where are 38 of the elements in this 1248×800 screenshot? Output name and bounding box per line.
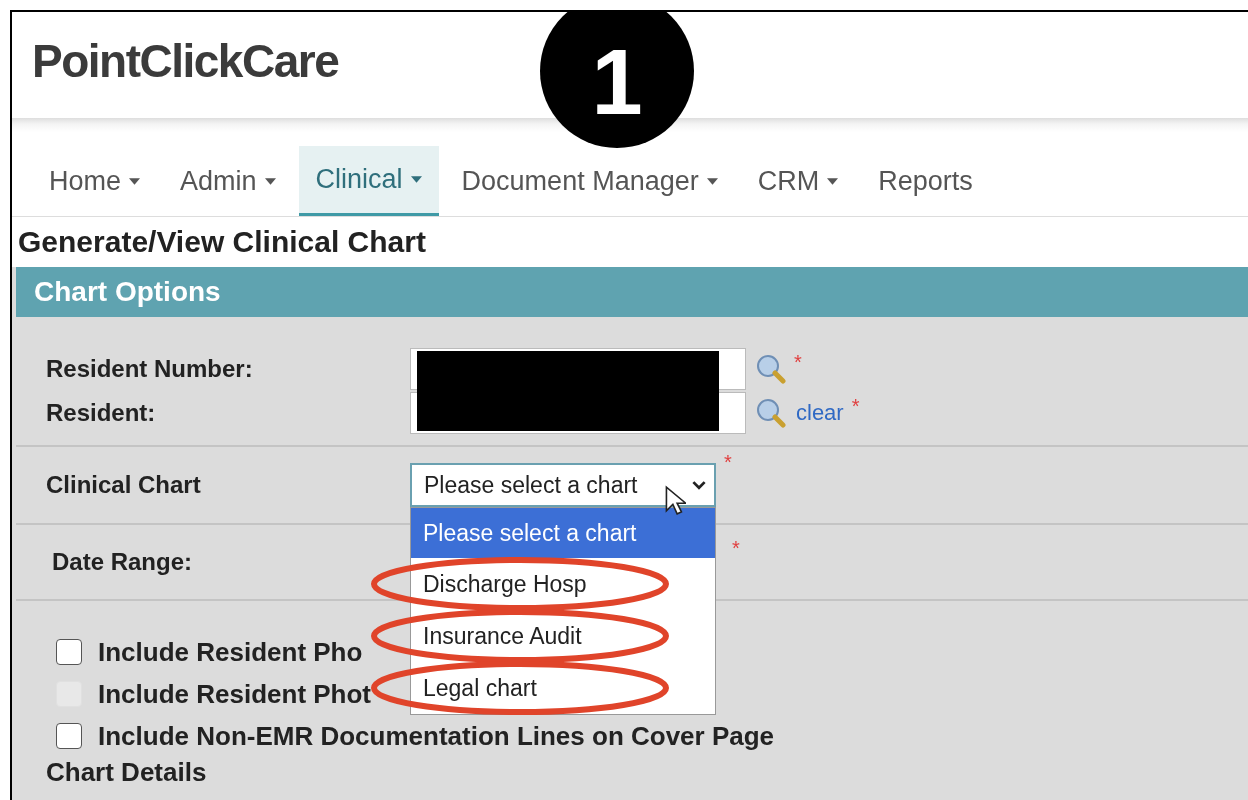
caret-icon <box>410 176 422 183</box>
caret-icon <box>129 177 141 185</box>
checkbox[interactable] <box>56 723 82 749</box>
caret-icon <box>827 177 839 185</box>
field-label: Resident Number: <box>45 355 254 383</box>
checkbox[interactable] <box>56 639 82 665</box>
input-field[interactable] <box>410 348 746 390</box>
nav-tab[interactable]: Admin <box>163 146 293 216</box>
clear-link[interactable]: clear <box>796 400 844 426</box>
nav-tab[interactable]: Document Manager <box>444 146 735 216</box>
logo: PointClickCare <box>32 34 339 88</box>
chevron-icon <box>692 480 706 490</box>
nav-tab[interactable]: CRM <box>740 146 856 216</box>
checkbox-label: Include Resident Phot <box>98 678 372 710</box>
caret-icon <box>706 177 718 185</box>
dropdown-option[interactable]: Legal chart <box>411 662 715 714</box>
chart-select[interactable]: Please select a chart <box>410 463 716 507</box>
checkbox-label: Include Non-EMR Documentation Lines on Cover Page <box>98 720 775 752</box>
field-label: Date Range: <box>51 548 194 576</box>
caret-icon <box>264 177 276 185</box>
required-mark: * <box>794 351 802 374</box>
step-badge: 1 <box>540 12 694 148</box>
nav-tab[interactable]: Clinical <box>298 146 439 216</box>
page-title: Generate/View Clinical Chart <box>18 225 426 259</box>
nav-tab[interactable]: Reports <box>861 146 990 216</box>
required-mark: * <box>724 451 732 474</box>
input-field[interactable] <box>410 392 746 434</box>
field-label: Resident: <box>45 399 157 427</box>
panel-header: Chart Options <box>16 267 1248 317</box>
dropdown-option[interactable]: Please select a chart <box>411 508 715 558</box>
checkbox-label: Include Resident Pho <box>98 636 363 668</box>
required-mark: * <box>732 537 740 560</box>
dropdown-option[interactable]: Insurance Audit <box>411 610 715 662</box>
field-label: Clinical Chart <box>45 471 202 499</box>
section-label: Chart Details <box>46 757 208 788</box>
required-mark: * <box>851 395 860 418</box>
dropdown-option[interactable]: Discharge Hosp <box>411 558 715 610</box>
nav-tab[interactable]: Home <box>32 146 158 216</box>
